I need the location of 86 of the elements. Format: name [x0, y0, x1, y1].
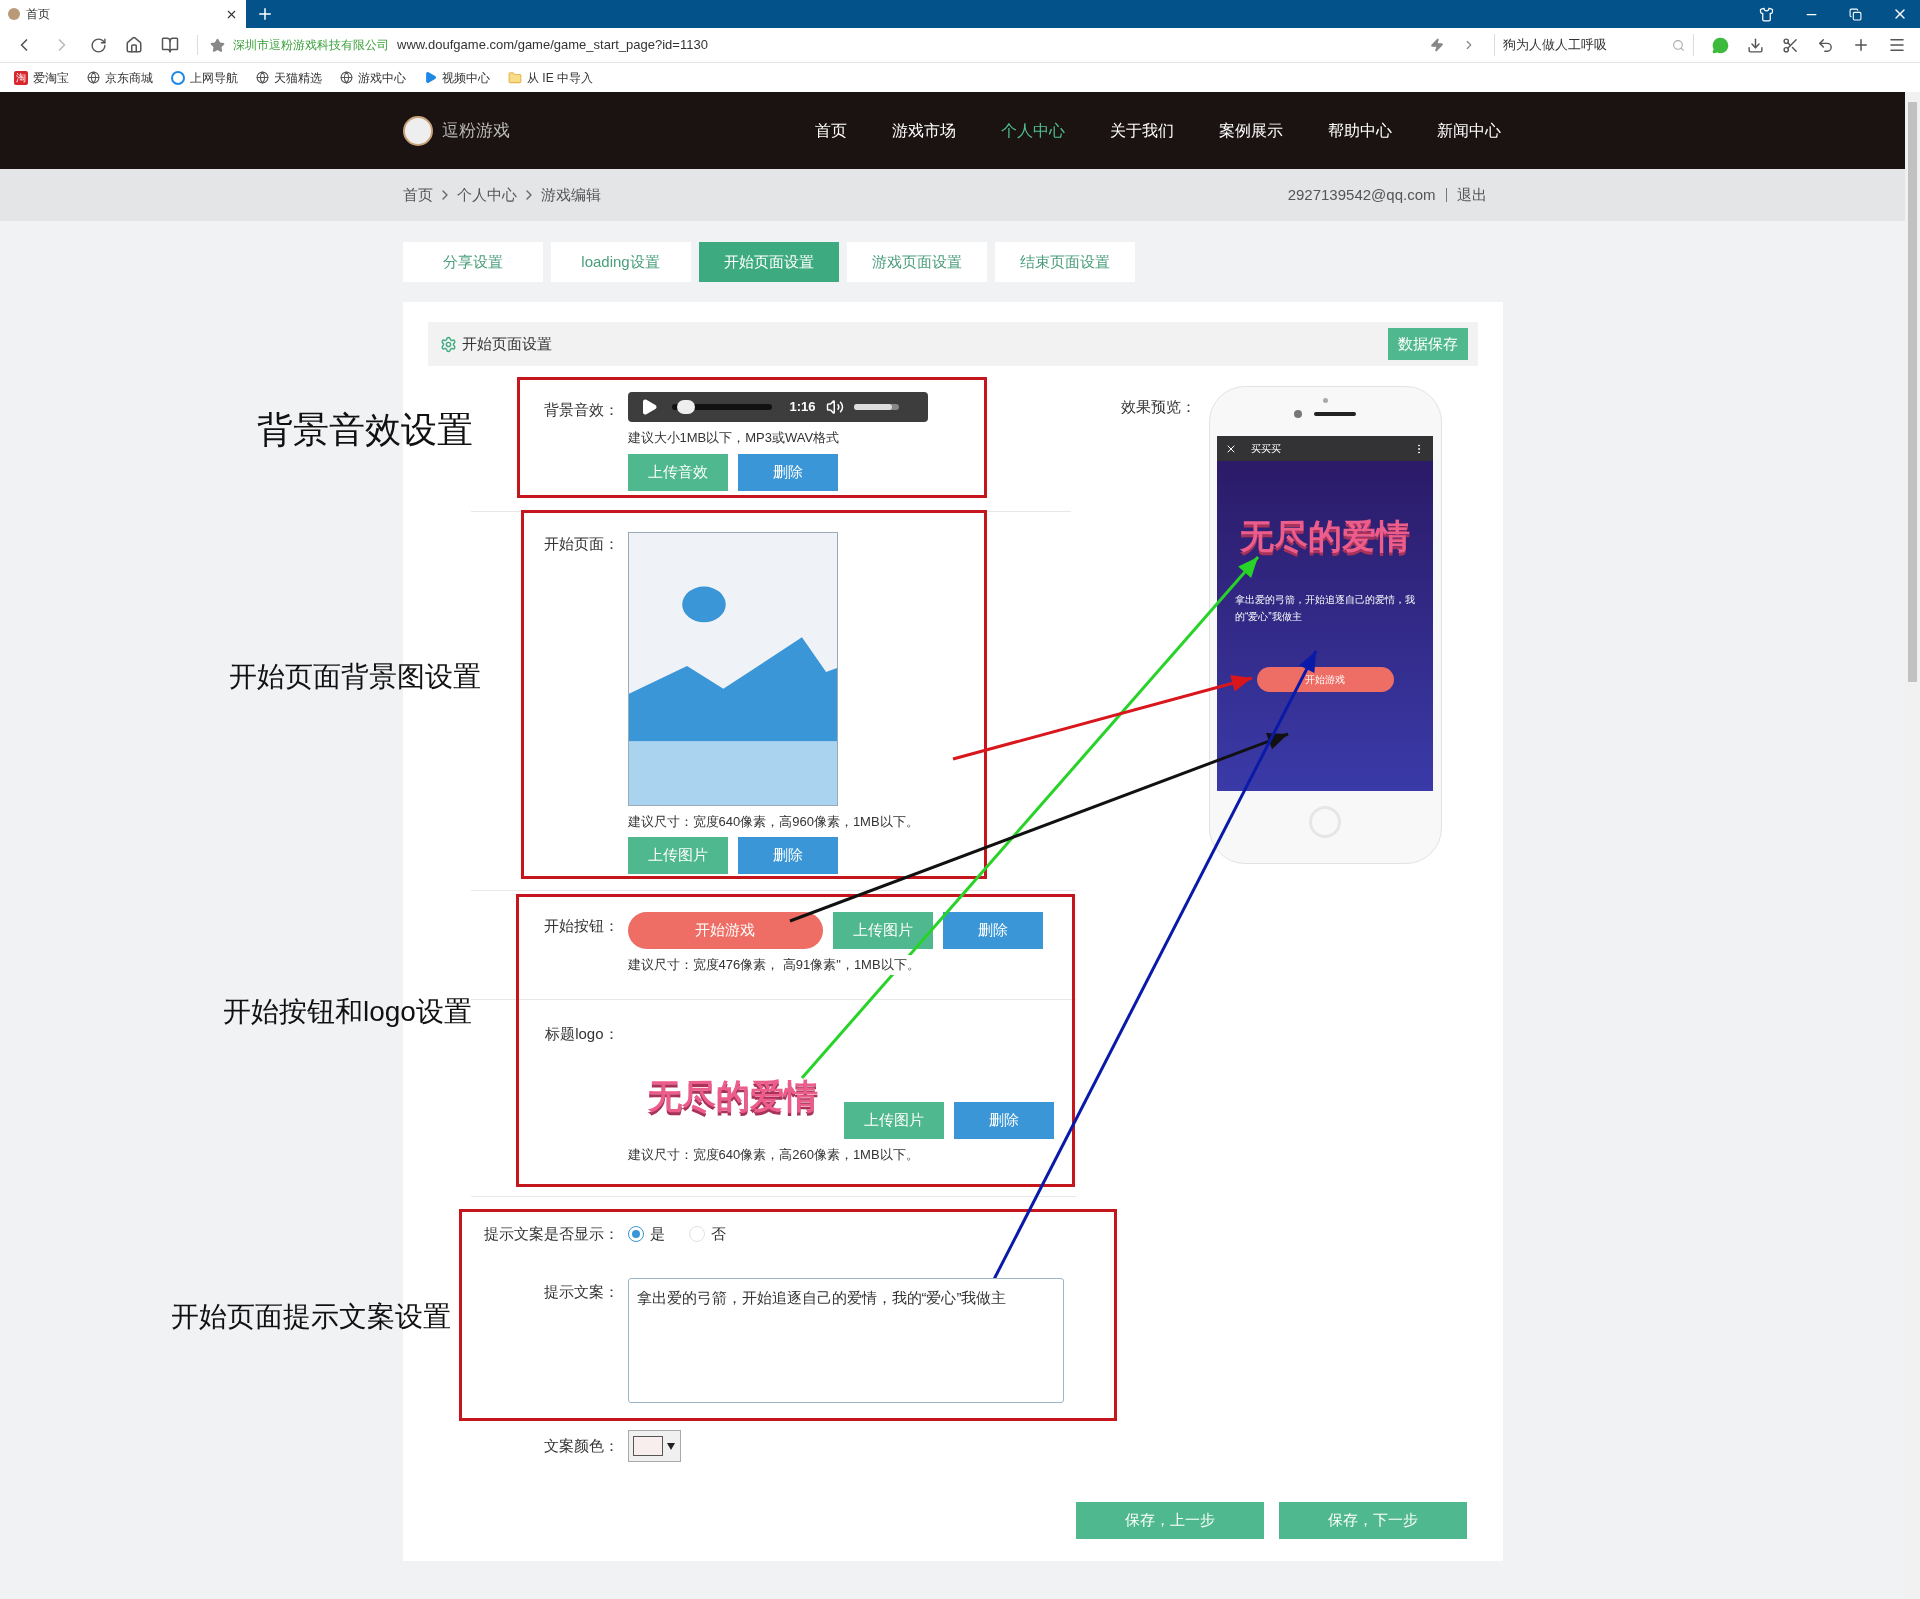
color-picker[interactable]	[627, 1430, 681, 1462]
settings-tab[interactable]: 结束页面设置	[994, 242, 1135, 282]
skin-icon[interactable]	[1759, 6, 1774, 22]
settings-tab[interactable]: 游戏页面设置	[846, 242, 987, 282]
nav-link[interactable]: 案例展示	[1218, 118, 1283, 143]
nav-link[interactable]: 个人中心	[1000, 118, 1065, 143]
annotation-label: 开始页面背景图设置	[229, 660, 481, 694]
folder-icon	[508, 70, 522, 85]
download-icon[interactable]	[1747, 36, 1764, 54]
bookmark-link[interactable]: 天猫精选	[274, 68, 322, 87]
search-field[interactable]: 狗为人做人工呼吸	[1494, 34, 1694, 56]
nav-link[interactable]: 游戏市场	[891, 118, 956, 143]
seek-thumb[interactable]	[676, 400, 695, 414]
audio-player[interactable]: 1:16	[627, 392, 928, 422]
speaker-slot-icon	[1314, 412, 1356, 416]
action-button[interactable]: 删除	[737, 837, 838, 874]
browser-tab[interactable]: 首页	[0, 0, 246, 28]
field-label: 背景音效：	[543, 401, 619, 418]
globe-icon	[256, 71, 269, 84]
title-logo-image: 无尽的爱情	[647, 1079, 818, 1113]
dropdown-icon	[666, 1442, 675, 1450]
time-readout: 1:16	[789, 398, 816, 417]
field-label: 提示文案：	[543, 1283, 619, 1300]
panel-title: 开始页面设置	[461, 333, 552, 354]
preview-label: 效果预览：	[1120, 397, 1197, 417]
action-button[interactable]: 删除	[953, 1101, 1054, 1139]
breadcrumb-link[interactable]: 个人中心	[456, 183, 517, 207]
nav-link[interactable]: 关于我们	[1109, 118, 1174, 143]
volume-icon[interactable]	[825, 398, 844, 416]
annotation-label: 开始按钮和logo设置	[223, 995, 472, 1029]
field-label: 提示文案是否显示：	[483, 1225, 619, 1242]
ie-icon	[171, 70, 185, 85]
action-button[interactable]: 删除	[737, 453, 838, 491]
nav-link[interactable]: 首页	[814, 118, 847, 143]
brand-name[interactable]: 逗粉游戏	[441, 117, 510, 144]
bookmark-link[interactable]: 游戏中心	[358, 68, 406, 87]
settings-tab[interactable]: 分享设置	[402, 242, 543, 282]
user-email[interactable]: 2927139542@qq.com	[1287, 183, 1436, 207]
breadcrumb-link[interactable]: 首页	[402, 183, 433, 207]
radio-label: 是	[649, 1223, 665, 1244]
volume-fill[interactable]	[853, 404, 892, 410]
nav-link[interactable]: 帮助中心	[1327, 118, 1392, 143]
page-icon	[8, 8, 20, 20]
field-label: 开始按钮：	[543, 917, 619, 934]
reader-icon[interactable]	[161, 36, 179, 54]
scissors-icon[interactable]	[1782, 36, 1799, 54]
field-label: 文案颜色：	[543, 1437, 619, 1454]
reload-icon[interactable]	[90, 36, 107, 54]
undo-icon[interactable]	[1817, 36, 1834, 54]
site-name: 深圳市逗粉游戏科技有限公司	[233, 37, 389, 54]
home-icon[interactable]	[125, 36, 143, 54]
taobao-icon: 淘	[14, 70, 28, 85]
star-icon[interactable]	[210, 37, 225, 53]
brand-logo[interactable]	[402, 115, 433, 146]
field-label: 开始页面：	[543, 534, 619, 552]
screen-title: 买买买	[1251, 442, 1282, 456]
chat-icon[interactable]	[1712, 36, 1729, 54]
bookmark-link[interactable]: 视频中心	[442, 68, 490, 87]
action-button[interactable]: 删除	[942, 912, 1043, 949]
play-icon	[424, 71, 437, 84]
new-tab-icon[interactable]	[256, 5, 274, 23]
restore-icon[interactable]	[1849, 7, 1862, 21]
search-icon	[1672, 38, 1685, 52]
preview-tip-text: 拿出爱的弓箭，开始追逐自己的爱情，我的“爱心”我做主	[1235, 593, 1415, 624]
bookmark-link[interactable]: 爱淘宝	[33, 68, 69, 87]
menu-icon[interactable]	[1888, 36, 1906, 54]
tip-textarea[interactable]: 拿出爱的弓箭，开始追逐自己的爱情，我的“爱心”我做主	[627, 1278, 1064, 1403]
title-logo-image: 无尽的爱情	[1240, 519, 1410, 553]
lightning-icon[interactable]	[1430, 38, 1444, 52]
bookmark-link[interactable]: 上网导航	[190, 68, 238, 87]
logout-link[interactable]: 退出	[1456, 183, 1487, 207]
annotation-label: 背景音效设置	[257, 408, 473, 452]
bookmark-link[interactable]: 京东商城	[105, 68, 153, 87]
settings-tab[interactable]: loading设置	[550, 242, 691, 282]
gear-icon	[439, 335, 457, 353]
radio-label: 否	[710, 1223, 726, 1244]
nav-link[interactable]: 新闻中心	[1436, 118, 1501, 143]
breadcrumb-link[interactable]: 游戏编辑	[540, 183, 601, 207]
annotation-label: 开始页面提示文案设置	[171, 1300, 451, 1334]
globe-icon	[87, 71, 100, 84]
globe-icon	[340, 71, 353, 84]
url-field[interactable]: www.doufgame.com/game/game_start_page?id=1130	[397, 35, 708, 55]
plus-icon[interactable]	[1852, 36, 1870, 54]
field-label: 标题logo：	[545, 1024, 619, 1042]
bookmark-link[interactable]: 从 IE 中导入	[527, 68, 593, 87]
radio-button[interactable]	[627, 1226, 644, 1242]
